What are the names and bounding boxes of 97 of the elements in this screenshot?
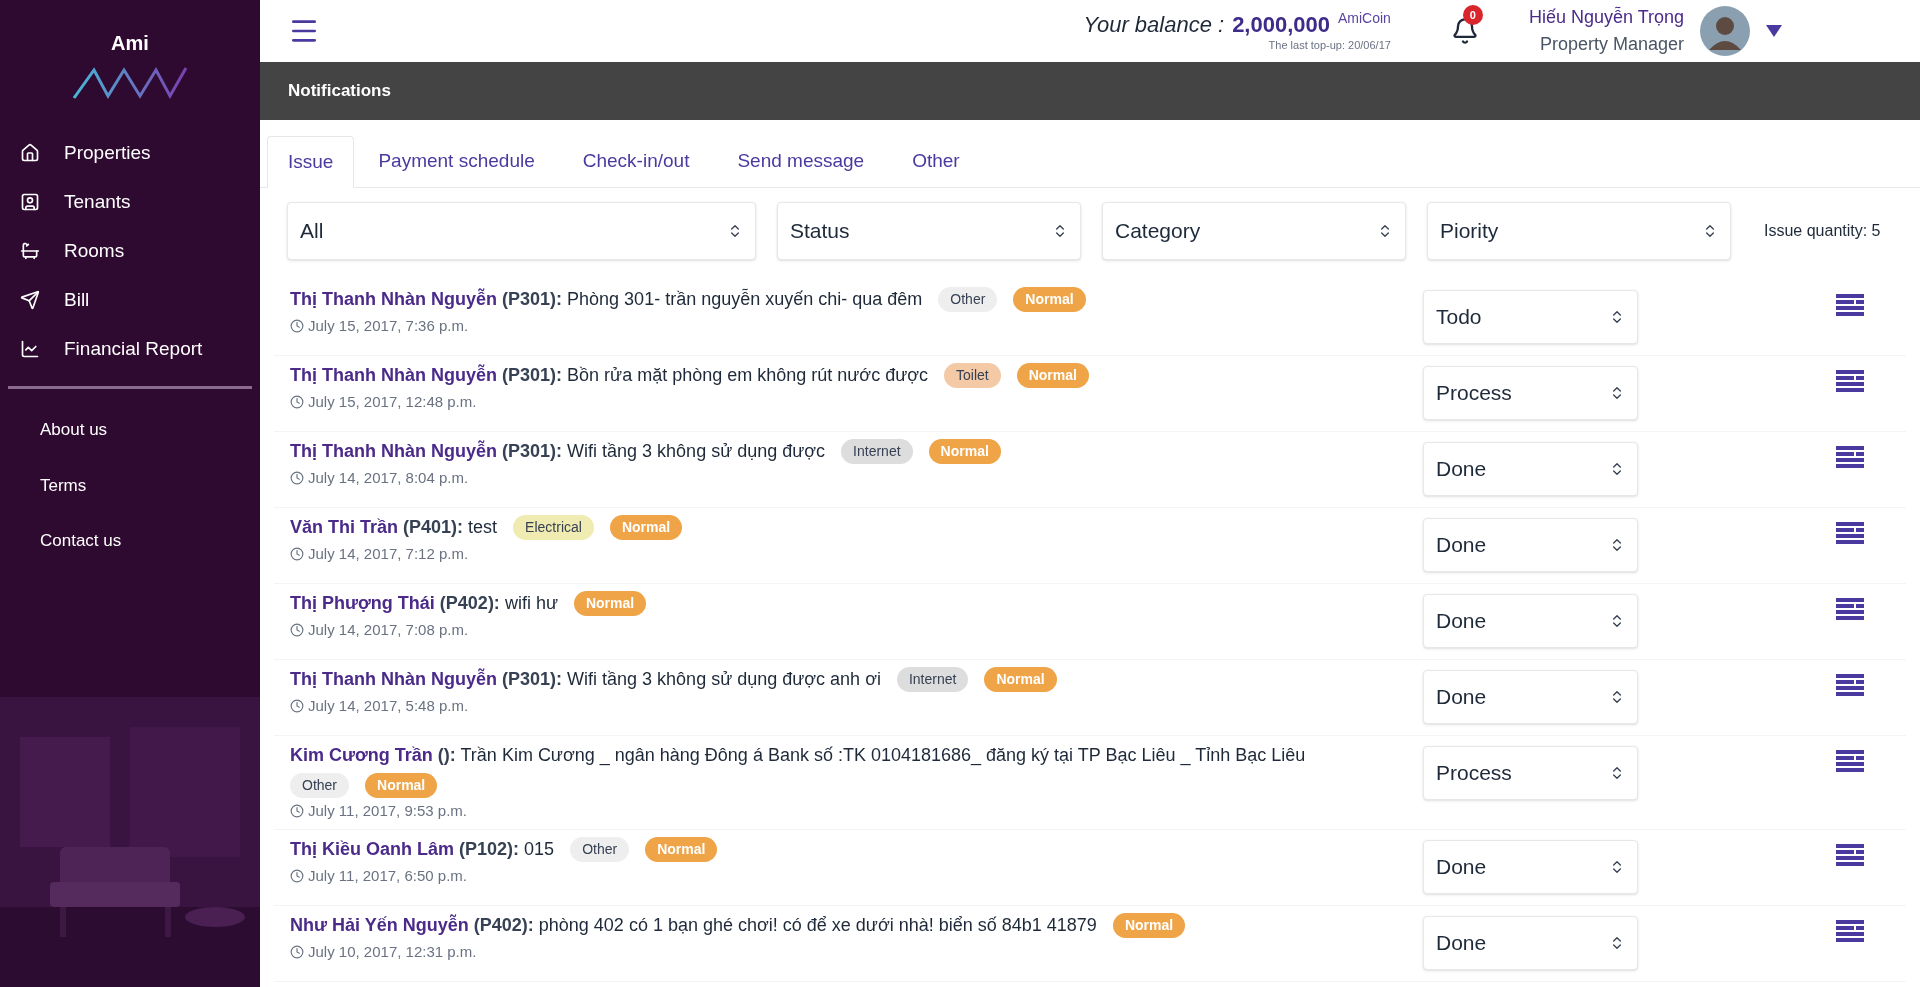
priority-tag: Normal bbox=[609, 515, 683, 540]
filter-select[interactable]: Status bbox=[777, 202, 1081, 260]
clock-icon bbox=[290, 471, 304, 486]
house-icon bbox=[20, 143, 40, 163]
issue-title: Văn Thi Trần (P401): test bbox=[290, 516, 498, 539]
category-tag: Other bbox=[290, 773, 349, 798]
category-tag: Toilet bbox=[944, 363, 1001, 388]
issue-title: Như Hải Yến Nguyễn (P402): phòng 402 có 1 bạn ghé chơi! có để xe dưới nhà! biển số 84b1 41879 bbox=[290, 913, 1097, 937]
issue-status-dropdown[interactable]: Process bbox=[1423, 366, 1638, 420]
clock-icon bbox=[290, 868, 304, 883]
balance-label: Your balance : bbox=[1083, 11, 1225, 40]
issue-status-dropdown[interactable]: Done bbox=[1423, 442, 1638, 496]
paper-plane-icon bbox=[20, 290, 40, 310]
user-name: Hiếu Nguyễn Trọng bbox=[1528, 5, 1684, 29]
issue-time: July 15, 2017, 12:48 p.m. bbox=[308, 392, 477, 412]
zigzag-logo-icon bbox=[72, 66, 188, 100]
issue-title: Thị Thanh Nhàn Nguyễn (P301): Phòng 301- trần nguyễn xuyến chi- qua đêm bbox=[290, 287, 923, 311]
issue-title: Thị Thanh Nhàn Nguyễn (P301): Wifi tầng 3 không sử dụng được anh ơi bbox=[290, 667, 881, 691]
issue-status-dropdown[interactable]: Process bbox=[1423, 746, 1638, 800]
priority-tag: Normal bbox=[573, 591, 647, 616]
caret-icon[interactable] bbox=[1766, 25, 1782, 37]
list-icon[interactable] bbox=[1836, 750, 1864, 772]
clock-icon bbox=[290, 623, 304, 638]
category-tag: Internet bbox=[896, 667, 969, 692]
issue-status-dropdown[interactable]: Done bbox=[1423, 518, 1638, 572]
tab[interactable]: Issue bbox=[267, 136, 355, 188]
list-icon[interactable] bbox=[1836, 919, 1864, 942]
category-tag: Electrical bbox=[513, 515, 594, 540]
priority-tag: Normal bbox=[1016, 363, 1089, 388]
clock-icon bbox=[290, 699, 304, 714]
issue-status-dropdown[interactable]: Done bbox=[1423, 594, 1638, 648]
tab[interactable]: Payment schedule bbox=[354, 135, 559, 187]
priority-tag: Normal bbox=[1013, 287, 1086, 312]
issue-time: July 10, 2017, 12:31 p.m. bbox=[308, 941, 477, 962]
priority-tag: Normal bbox=[365, 773, 438, 798]
issue-title: Thị Phượng Thái (P402): wifi hư bbox=[290, 592, 558, 615]
page-title: Notifications bbox=[288, 80, 391, 103]
bathtub-icon bbox=[20, 241, 40, 261]
issue-title: Kim Cương Trần (): Trần Kim Cương _ ngân hàng Đông á Bank số :TK 0104181686_ đăng ký tại TP Bạc Liêu _ Tỉnh Bạc Liêu bbox=[290, 744, 1306, 768]
issue-title: Thị Thanh Nhàn Nguyễn (P301): Wifi tầng 3 không sử dụng được bbox=[290, 439, 826, 463]
issue-time: July 14, 2017, 5:48 p.m. bbox=[308, 696, 469, 716]
avatar[interactable] bbox=[1700, 6, 1750, 56]
category-tag: Internet bbox=[841, 439, 913, 464]
footer-link[interactable]: Terms bbox=[40, 472, 260, 498]
list-icon[interactable] bbox=[1836, 446, 1864, 468]
nav-item[interactable]: Tenants bbox=[20, 189, 260, 215]
priority-tag: Normal bbox=[645, 836, 718, 862]
issue-time: July 15, 2017, 7:36 p.m. bbox=[308, 316, 469, 336]
list-icon[interactable] bbox=[1836, 843, 1864, 866]
priority-tag: Normal bbox=[928, 439, 1001, 464]
clock-icon bbox=[290, 319, 304, 334]
list-icon[interactable] bbox=[1836, 522, 1864, 544]
nav-item[interactable]: Bill bbox=[20, 287, 260, 313]
clock-icon bbox=[290, 547, 304, 562]
notification-badge: 0 bbox=[1462, 5, 1483, 25]
nav-item[interactable]: Rooms bbox=[20, 238, 260, 264]
issue-status-dropdown[interactable]: Todo bbox=[1423, 290, 1638, 344]
issue-quantity: Issue quantity: 5 bbox=[1764, 221, 1881, 241]
nav-item[interactable]: Properties bbox=[20, 140, 260, 166]
tab[interactable]: Check-in/out bbox=[558, 135, 714, 187]
last-topup: The last top-up: 20/06/17 bbox=[1268, 38, 1391, 54]
list-icon[interactable] bbox=[1836, 598, 1864, 620]
issue-time: July 14, 2017, 8:04 p.m. bbox=[308, 468, 469, 488]
currency-label: AmiCoin bbox=[1338, 9, 1391, 29]
filter-select[interactable]: All bbox=[287, 202, 756, 260]
contact-card-icon bbox=[20, 192, 40, 212]
category-tag: Other bbox=[938, 287, 998, 312]
priority-tag: Normal bbox=[1112, 912, 1186, 938]
issue-time: July 14, 2017, 7:08 p.m. bbox=[308, 620, 469, 640]
logo-text: Ami bbox=[111, 31, 149, 56]
clock-icon bbox=[290, 395, 304, 410]
category-tag: Other bbox=[570, 836, 630, 862]
clock-icon bbox=[290, 804, 304, 819]
bell-icon[interactable] bbox=[1450, 17, 1479, 45]
footer-link[interactable]: Contact us bbox=[40, 528, 260, 554]
nav-item[interactable]: Financial Report bbox=[20, 336, 260, 362]
issue-status-dropdown[interactable]: Done bbox=[1423, 670, 1638, 724]
issue-time: July 11, 2017, 6:50 p.m. bbox=[308, 865, 467, 886]
list-icon[interactable] bbox=[1836, 294, 1864, 316]
list-icon[interactable] bbox=[1836, 370, 1864, 392]
balance-amount: 2,000,000 bbox=[1232, 11, 1330, 40]
filter-select[interactable]: Category bbox=[1102, 202, 1406, 260]
clock-icon bbox=[290, 944, 304, 959]
issue-title: Thị Kiều Oanh Lâm (P102): 015 bbox=[290, 837, 555, 861]
priority-tag: Normal bbox=[984, 667, 1057, 692]
issue-status-dropdown[interactable]: Done bbox=[1423, 915, 1638, 970]
issue-title: Thị Thanh Nhàn Nguyễn (P301): Bồn rửa mặt phòng em không rút nước được bbox=[290, 363, 928, 387]
list-icon[interactable] bbox=[1836, 674, 1864, 696]
user-role: Property Manager bbox=[1539, 33, 1684, 56]
footer-link[interactable]: About us bbox=[40, 417, 260, 443]
filter-select[interactable]: Piority bbox=[1427, 202, 1731, 260]
tab[interactable]: Other bbox=[888, 135, 984, 187]
issue-time: July 11, 2017, 9:53 p.m. bbox=[308, 801, 467, 821]
issue-status-dropdown[interactable]: Done bbox=[1423, 839, 1638, 894]
issue-time: July 14, 2017, 7:12 p.m. bbox=[308, 544, 469, 564]
tab[interactable]: Send message bbox=[713, 135, 889, 187]
line-chart-icon bbox=[20, 339, 40, 359]
